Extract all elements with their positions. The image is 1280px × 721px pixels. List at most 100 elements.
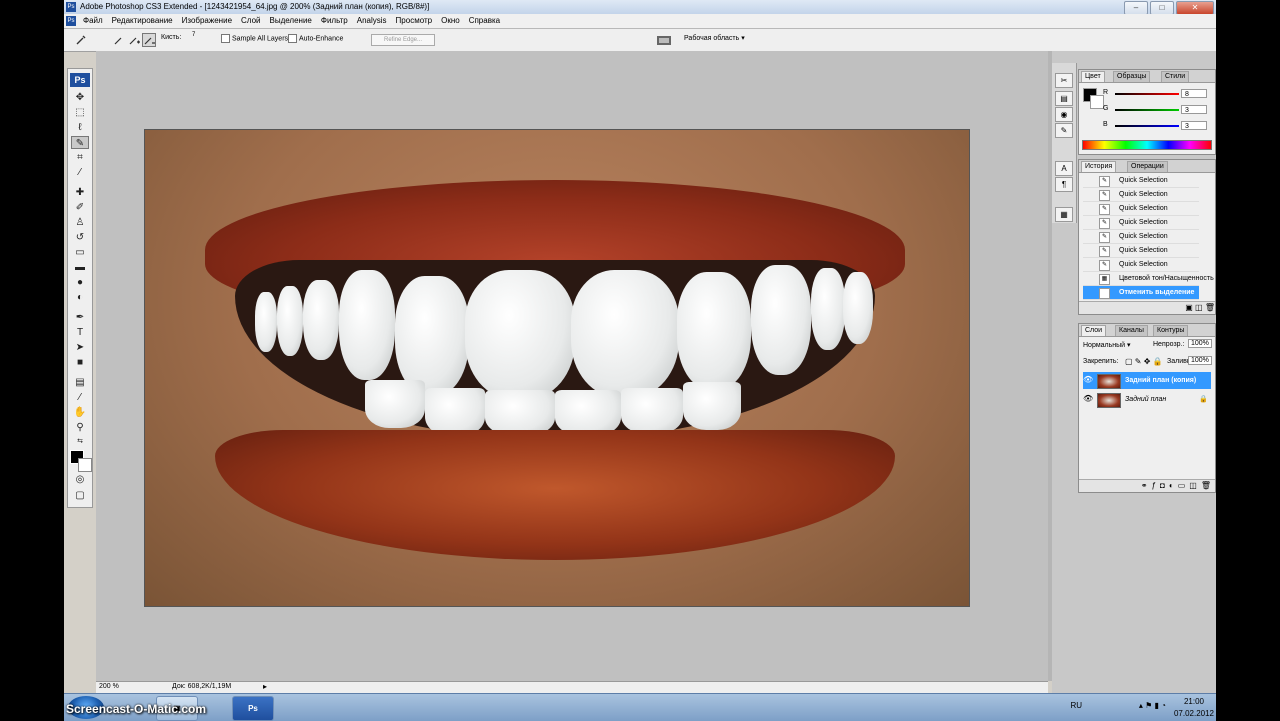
tab-actions[interactable]: Операции [1127, 161, 1168, 172]
type-icon[interactable]: T [71, 326, 89, 339]
menu-window[interactable]: Окно [441, 16, 460, 25]
blur-icon[interactable]: ● [71, 276, 89, 289]
screen-mode-icon[interactable]: ▢ [71, 489, 89, 502]
quick-selection-icon[interactable]: ✎ [71, 136, 89, 149]
tab-history[interactable]: История [1081, 161, 1117, 172]
add-selection-icon[interactable] [127, 33, 141, 47]
red-value[interactable]: 8 [1181, 89, 1207, 98]
workspace-menu[interactable]: Рабочая область ▾ [684, 34, 745, 42]
info-icon[interactable]: ▦ [1055, 207, 1073, 222]
clock-time[interactable]: 21:00 [1184, 697, 1204, 706]
brushes-icon[interactable]: ▤ [1055, 91, 1073, 106]
menu-edit[interactable]: Редактирование [112, 16, 173, 25]
lasso-icon[interactable]: ℓ [71, 121, 89, 134]
adjustment-layer-icon[interactable]: ◐ [1169, 481, 1178, 490]
ps-menu-icon[interactable]: Ps [66, 16, 76, 26]
background-color-swatch[interactable] [78, 458, 92, 472]
menu-view[interactable]: Просмотр [396, 16, 433, 25]
maximize-button[interactable]: □ [1150, 1, 1174, 15]
sample-all-layers-checkbox[interactable]: Sample All Layers [221, 34, 288, 43]
fill-value[interactable]: 100% [1188, 356, 1212, 365]
new-document-from-state-icon[interactable]: ▣ [1185, 303, 1193, 312]
language-indicator[interactable]: RU [1070, 701, 1082, 710]
lock-icons[interactable]: ▢ ✎ ✥ 🔒 [1125, 357, 1163, 366]
bg-color-preview[interactable] [1090, 95, 1104, 109]
canvas-area[interactable] [96, 51, 1048, 681]
green-slider[interactable]: G 3 [1103, 105, 1215, 117]
palette-well-icon[interactable] [656, 33, 672, 47]
refine-edge-button[interactable]: Refine Edge... [371, 34, 435, 46]
history-item[interactable]: ✎ Quick Selection [1083, 188, 1199, 202]
subtract-selection-icon[interactable] [142, 33, 156, 47]
navigator-icon[interactable]: ✂ [1055, 73, 1073, 88]
history-item-selected[interactable]: ▦ Отменить выделение [1083, 286, 1199, 300]
tab-styles[interactable]: Стили [1161, 71, 1190, 82]
green-value[interactable]: 3 [1181, 105, 1207, 114]
hand-icon[interactable]: ✋ [71, 406, 89, 419]
tool-presets-icon[interactable]: ✎ [1055, 123, 1073, 138]
history-brush-icon[interactable]: ↺ [71, 231, 89, 244]
menu-analysis[interactable]: Analysis [357, 16, 387, 25]
red-slider[interactable]: R 8 [1103, 89, 1215, 101]
new-snapshot-icon[interactable]: ◫ [1195, 303, 1203, 312]
tab-channels[interactable]: Каналы [1115, 325, 1148, 336]
layer-row[interactable]: 👁 Задний план 🔒 [1083, 391, 1211, 408]
menu-filter[interactable]: Фильтр [321, 16, 348, 25]
link-layers-icon[interactable]: ⚭ [1141, 481, 1152, 490]
tab-swatches[interactable]: Образцы [1113, 71, 1151, 82]
layer-style-icon[interactable]: ƒ [1152, 481, 1160, 490]
paragraph-icon[interactable]: ¶ [1055, 177, 1073, 192]
tab-color[interactable]: Цвет [1081, 71, 1105, 82]
eyedropper-icon[interactable]: ⁄ [71, 166, 89, 179]
blue-slider[interactable]: B 3 [1103, 121, 1215, 133]
clone-source-icon[interactable]: ◉ [1055, 107, 1073, 122]
menu-file[interactable]: Файл [83, 16, 103, 25]
notes-icon[interactable]: ▤ [71, 376, 89, 389]
character-icon[interactable]: A [1055, 161, 1073, 176]
new-layer-icon[interactable]: ◫ [1189, 481, 1201, 490]
eyedropper2-icon[interactable]: ⁄ [71, 391, 89, 404]
blend-mode-select[interactable]: Нормальный ▾ [1083, 341, 1131, 349]
layer-row-selected[interactable]: 👁 Задний план (копия) [1083, 372, 1211, 389]
menu-layer[interactable]: Слой [241, 16, 260, 25]
status-menu-arrow-icon[interactable]: ▸ [263, 682, 267, 691]
tab-layers[interactable]: Слои [1081, 325, 1107, 336]
stamp-icon[interactable]: ♙ [71, 216, 89, 229]
history-item[interactable]: ▦ Цветовой тон/Насыщенность [1083, 272, 1214, 286]
tool-preset-icon[interactable] [74, 33, 88, 47]
document-image[interactable] [144, 129, 970, 607]
auto-enhance-checkbox[interactable]: Auto-Enhance [288, 34, 343, 43]
eye-icon[interactable]: 👁 [1083, 394, 1093, 404]
gradient-icon[interactable]: ▬ [71, 261, 89, 274]
pen-icon[interactable]: ✒ [71, 311, 89, 324]
clock-date[interactable]: 07.02.2012 [1174, 709, 1214, 718]
quick-mask-icon[interactable]: ◎ [71, 473, 89, 486]
history-item[interactable]: ✎ Quick Selection [1083, 174, 1199, 188]
path-select-icon[interactable]: ➤ [71, 341, 89, 354]
menu-help[interactable]: Справка [469, 16, 500, 25]
menu-select[interactable]: Выделение [269, 16, 311, 25]
history-item[interactable]: ✎ Quick Selection [1083, 230, 1199, 244]
eye-icon[interactable]: 👁 [1083, 375, 1093, 385]
tab-paths[interactable]: Контуры [1153, 325, 1189, 336]
group-icon[interactable]: ▭ [1178, 481, 1190, 490]
taskbar-photoshop-button[interactable]: Ps [232, 696, 274, 721]
shape-icon[interactable]: ■ [71, 356, 89, 369]
swap-colors-icon[interactable]: ⇆ [71, 435, 89, 448]
brush-icon[interactable]: ✐ [71, 201, 89, 214]
opacity-value[interactable]: 100% [1188, 339, 1212, 348]
marquee-icon[interactable]: ⬚ [71, 106, 89, 119]
zoom-level[interactable]: 200 % [99, 683, 119, 690]
close-button[interactable]: ✕ [1176, 1, 1214, 15]
history-item[interactable]: ✎ Quick Selection [1083, 202, 1199, 216]
tray-icons[interactable]: ▴ ⚑ ▮ ◔ [1139, 701, 1166, 710]
color-spectrum[interactable] [1082, 140, 1212, 150]
healing-icon[interactable]: ✚ [71, 186, 89, 199]
minimize-button[interactable]: – [1124, 1, 1148, 15]
delete-state-icon[interactable]: 🗑 [1205, 303, 1215, 312]
history-item[interactable]: ✎ Quick Selection [1083, 216, 1199, 230]
brush-size[interactable]: 7 [192, 32, 195, 38]
move-icon[interactable]: ✥ [71, 91, 89, 104]
dodge-icon[interactable]: ◐ [71, 291, 89, 304]
blue-value[interactable]: 3 [1181, 121, 1207, 130]
